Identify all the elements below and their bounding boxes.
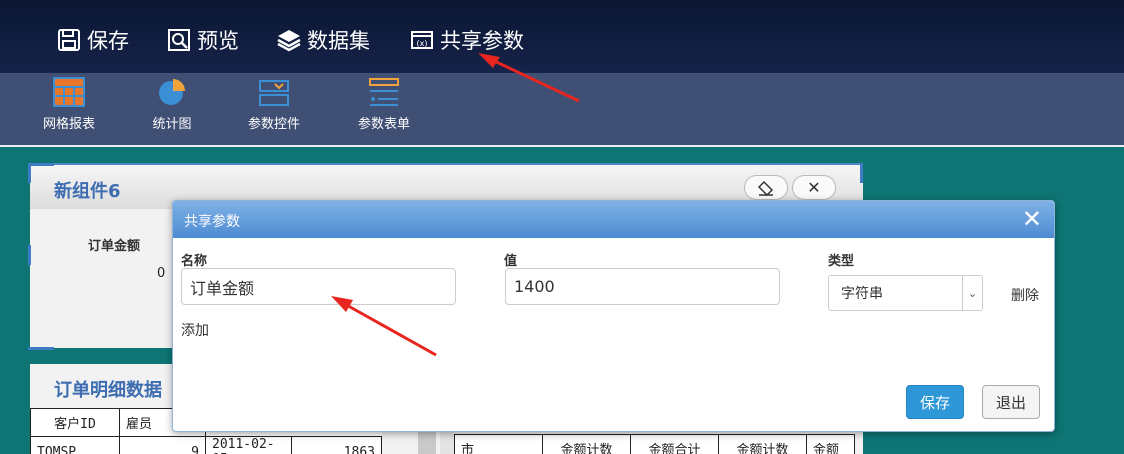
eraser-icon [758, 180, 774, 196]
save-button[interactable]: 保存 [57, 24, 129, 56]
param-name-input[interactable]: 订单金额 [181, 268, 456, 305]
shared-params-label: 共享参数 [440, 29, 524, 53]
dialog-save-button[interactable]: 保存 [906, 385, 964, 419]
add-link[interactable]: 添加 [181, 320, 209, 340]
cell: 市 [454, 434, 543, 454]
save-label: 保存 [87, 29, 129, 53]
resize-handle[interactable] [28, 163, 54, 166]
resize-handle[interactable] [860, 163, 863, 183]
shared-params-dialog: 共享参数 ✕ 名称 值 类型 订单金额 1400 字符串 ⌄ 删除 添加 保存 … [172, 200, 1055, 432]
toolbar-divider [0, 145, 1124, 147]
close-icon[interactable]: ✕ [1022, 207, 1042, 231]
crosstab-table: 市 金额计数 金额合计 金额计数 金额 [454, 434, 855, 454]
shared-params-button[interactable]: (x) 共享参数 [410, 24, 524, 56]
save-icon [58, 29, 80, 51]
cell: 金额合计 [630, 434, 719, 454]
chevron-down-icon: ⌄ [962, 276, 982, 310]
cell: 金额计数 [542, 434, 631, 454]
close-panel-button[interactable]: ✕ [792, 175, 836, 200]
parameter-control-icon [259, 80, 289, 106]
dialog-header: 共享参数 ✕ [173, 201, 1054, 238]
dialog-title: 共享参数 [184, 214, 240, 230]
param-type-value: 字符串 [841, 286, 883, 302]
cell: 2011-02-05 [205, 436, 292, 454]
param-type-select[interactable]: 字符串 ⌄ [828, 275, 983, 311]
dataset-label: 数据集 [307, 29, 370, 53]
delete-link[interactable]: 删除 [1011, 285, 1039, 305]
type-label: 类型 [828, 254, 855, 269]
dialog-exit-button[interactable]: 退出 [982, 385, 1040, 419]
preview-label: 预览 [197, 29, 239, 53]
dataset-button[interactable]: 数据集 [277, 24, 370, 56]
preview-button[interactable]: 预览 [167, 24, 239, 56]
preview-icon [168, 29, 190, 51]
svg-text:(x): (x) [417, 39, 428, 48]
layers-icon [277, 30, 301, 52]
resize-handle[interactable] [28, 245, 31, 265]
resize-handle[interactable] [28, 347, 54, 350]
cell: TOMSP [30, 436, 120, 454]
widget-toolbar: 网格报表 统计图 参数控件 参数表单 [0, 73, 1124, 145]
value-label: 值 [504, 254, 518, 269]
tool-label: 统计图 [152, 117, 192, 132]
table-row: 市 金额计数 金额合计 金额计数 金额 [454, 434, 855, 454]
resize-handle[interactable] [28, 163, 31, 183]
shared-params-icon: (x) [411, 31, 433, 49]
tool-chart[interactable]: 统计图 [127, 77, 217, 132]
tool-param-control[interactable]: 参数控件 [229, 77, 319, 132]
top-menu-bar: 保存 预览 数据集 (x) 共享参数 [0, 0, 1124, 73]
name-label: 名称 [181, 254, 208, 269]
slider-min-value: 0 [157, 266, 166, 281]
panel-title: 订单明细数据 [54, 380, 162, 401]
eraser-button[interactable] [744, 175, 788, 200]
close-icon: ✕ [807, 178, 821, 197]
parameter-form-icon [369, 78, 399, 106]
table-row: TOMSP 9 2011-02-05 1863 [30, 436, 382, 454]
param-value-input[interactable]: 1400 [505, 268, 780, 305]
tool-label: 参数控件 [247, 117, 300, 132]
cell: 1863 [291, 436, 382, 454]
cell: 金额 [806, 434, 855, 454]
cell: 9 [119, 436, 206, 454]
tool-param-form[interactable]: 参数表单 [339, 77, 429, 132]
grid-table-icon [53, 77, 85, 107]
header-customer-id: 客户ID [30, 408, 120, 437]
tool-label: 参数表单 [357, 117, 410, 132]
tool-grid-report[interactable]: 网格报表 [24, 77, 114, 132]
tool-label: 网格报表 [42, 117, 95, 132]
order-amount-label: 订单金额 [88, 239, 141, 254]
pie-chart-icon [159, 79, 185, 105]
panel-title: 新组件6 [54, 181, 121, 202]
cell: 金额计数 [718, 434, 807, 454]
